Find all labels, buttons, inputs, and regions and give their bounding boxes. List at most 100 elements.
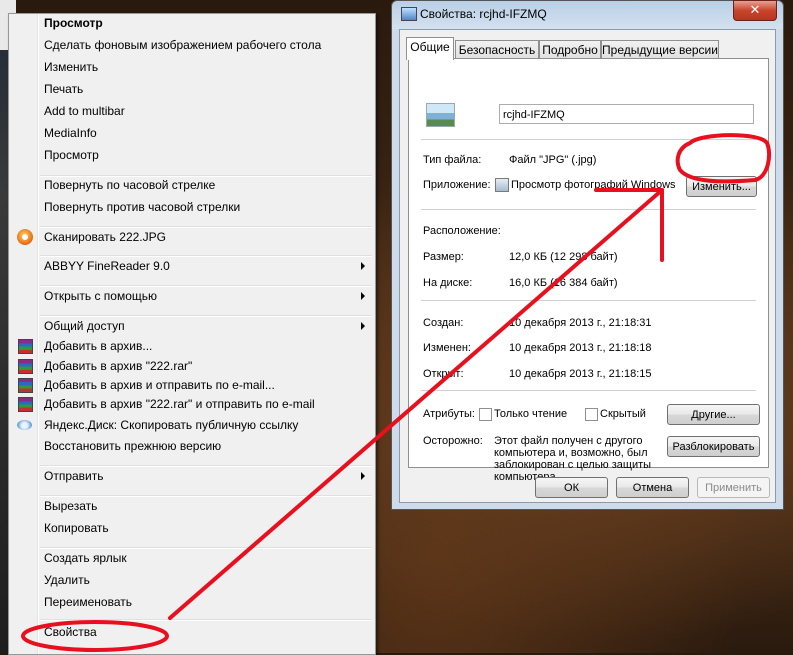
- menu-item-label: Add to multibar: [44, 104, 125, 118]
- other-attributes-button[interactable]: Другие...: [667, 404, 760, 425]
- menu-item-label: Сделать фоновым изображением рабочего ст…: [44, 38, 322, 52]
- menu-item-label: Просмотр: [44, 16, 103, 30]
- menu-item[interactable]: Добавить в архив "222.rar" и отправить п…: [9, 393, 375, 415]
- location-label: Расположение:: [423, 225, 501, 237]
- winrar-icon: [18, 359, 33, 374]
- menu-item[interactable]: Отправить: [9, 465, 375, 487]
- attributes-label: Атрибуты:: [423, 408, 475, 420]
- hidden-label: Скрытый: [600, 408, 646, 420]
- caution-line: заблокирован с целью защиты: [494, 459, 652, 471]
- caution-text: Этот файл получен с другого компьютера и…: [494, 435, 651, 483]
- menu-item-label: Создать ярлык: [44, 551, 127, 565]
- modified-label: Изменен:: [423, 342, 471, 354]
- menu-item[interactable]: Свойства: [9, 621, 375, 643]
- menu-item[interactable]: Добавить в архив...: [9, 335, 375, 357]
- menu-item-label: MediaInfo: [44, 126, 97, 140]
- submenu-arrow-icon: [361, 322, 365, 330]
- menu-item-label: Отправить: [44, 469, 104, 483]
- menu-item-label: Свойства: [44, 625, 97, 639]
- change-app-button[interactable]: Изменить...: [686, 176, 757, 197]
- menu-separator: [40, 315, 372, 317]
- menu-item-label: Удалить: [44, 573, 90, 587]
- menu-item-label: Переименовать: [44, 595, 132, 609]
- caution-label: Осторожно:: [423, 435, 483, 447]
- menu-item[interactable]: Общий доступ: [9, 315, 375, 337]
- tab-previous-versions[interactable]: Предыдущие версии: [601, 40, 719, 59]
- filetype-label: Тип файла:: [423, 154, 482, 166]
- menu-item[interactable]: Переименовать: [9, 591, 375, 613]
- window-title: Свойства: rcjhd-IFZMQ: [420, 7, 547, 21]
- menu-item[interactable]: ABBYY FineReader 9.0: [9, 255, 375, 277]
- tab-details[interactable]: Подробно: [539, 40, 601, 59]
- created-value: 10 декабря 2013 г., 21:18:31: [509, 317, 652, 329]
- menu-item[interactable]: Сканировать 222.JPG: [9, 226, 375, 248]
- apply-button[interactable]: Применить: [697, 477, 770, 498]
- tab-general[interactable]: Общие: [406, 37, 454, 60]
- submenu-arrow-icon: [361, 262, 365, 270]
- menu-separator: [40, 465, 372, 467]
- yandex-disk-icon: [17, 420, 32, 430]
- menu-item[interactable]: Повернуть по часовой стрелке: [9, 174, 375, 196]
- menu-item[interactable]: Просмотр: [9, 144, 375, 166]
- menu-item-label: Копировать: [44, 521, 109, 535]
- modified-value: 10 декабря 2013 г., 21:18:18: [509, 342, 652, 354]
- abbyy-scan-icon: [17, 229, 33, 245]
- menu-item-label: Добавить в архив и отправить по e-mail..…: [44, 378, 275, 392]
- menu-item-label: Изменить: [44, 60, 99, 74]
- menu-item-label: Печать: [44, 82, 84, 96]
- menu-item-label: Открыть с помощью: [44, 289, 158, 303]
- menu-item[interactable]: MediaInfo: [9, 122, 375, 144]
- tab-security[interactable]: Безопасность: [455, 40, 539, 59]
- menu-item[interactable]: Повернуть против часовой стрелки: [9, 196, 375, 218]
- menu-item[interactable]: Просмотр: [9, 12, 375, 34]
- menu-separator: [40, 495, 372, 497]
- submenu-arrow-icon: [361, 472, 365, 480]
- filetype-value: Файл "JPG" (.jpg): [509, 154, 597, 166]
- unblock-button[interactable]: Разблокировать: [667, 436, 760, 457]
- menu-item-label: Яндекс.Диск: Скопировать публичную ссылк…: [44, 418, 299, 432]
- winrar-icon: [18, 397, 33, 412]
- hidden-checkbox[interactable]: [585, 408, 598, 421]
- disk-size-label: На диске:: [423, 277, 473, 289]
- winrar-icon: [18, 339, 33, 354]
- general-panel: rcjhd-IFZMQ Тип файла: Файл "JPG" (.jpg)…: [408, 58, 769, 483]
- jpg-file-icon: [426, 103, 455, 127]
- size-value: 12,0 КБ (12 298 байт): [509, 251, 618, 263]
- menu-separator: [40, 285, 372, 287]
- menu-item-label: Восстановить прежнюю версию: [44, 439, 222, 453]
- created-label: Создан:: [423, 317, 464, 329]
- cancel-button[interactable]: Отмена: [616, 477, 689, 498]
- menu-item[interactable]: Создать ярлык: [9, 547, 375, 569]
- menu-item[interactable]: Копировать: [9, 517, 375, 539]
- menu-item[interactable]: Восстановить прежнюю версию: [9, 435, 375, 457]
- caution-line: Этот файл получен с другого: [494, 435, 643, 447]
- menu-item-label: Добавить в архив "222.rar": [44, 359, 193, 373]
- readonly-checkbox[interactable]: [479, 408, 492, 421]
- menu-item[interactable]: Add to multibar: [9, 100, 375, 122]
- caution-line: компьютера и, возможно, был: [494, 447, 648, 459]
- menu-item[interactable]: Печать: [9, 78, 375, 100]
- properties-window: Свойства: rcjhd-IFZMQ ✕ Общие Безопаснос…: [391, 0, 784, 510]
- menu-item[interactable]: Открыть с помощью: [9, 285, 375, 307]
- menu-item[interactable]: Удалить: [9, 569, 375, 591]
- menu-item[interactable]: Вырезать: [9, 495, 375, 517]
- close-button[interactable]: ✕: [733, 0, 777, 21]
- app-label: Приложение:: [423, 179, 491, 191]
- window-image-icon: [401, 7, 417, 21]
- menu-item[interactable]: Яндекс.Диск: Скопировать публичную ссылк…: [9, 414, 375, 436]
- menu-separator: [40, 255, 372, 257]
- menu-item-label: Повернуть против часовой стрелки: [44, 200, 241, 214]
- menu-separator: [40, 226, 372, 228]
- readonly-label: Только чтение: [494, 408, 568, 420]
- filename-field[interactable]: rcjhd-IFZMQ: [499, 104, 754, 124]
- context-menu: Просмотр Сделать фоновым изображением раб…: [8, 13, 376, 655]
- menu-separator: [40, 547, 372, 549]
- photo-viewer-icon: [495, 178, 509, 192]
- ok-button[interactable]: ОК: [535, 477, 608, 498]
- app-value: Просмотр фотографий Windows: [511, 179, 676, 191]
- disk-size-value: 16,0 КБ (16 384 байт): [509, 277, 618, 289]
- dialog-body: Общие Безопасность Подробно Предыдущие в…: [399, 29, 776, 503]
- menu-item[interactable]: Изменить: [9, 56, 375, 78]
- menu-item-label: Сканировать 222.JPG: [44, 230, 166, 244]
- menu-item[interactable]: Сделать фоновым изображением рабочего ст…: [9, 34, 375, 56]
